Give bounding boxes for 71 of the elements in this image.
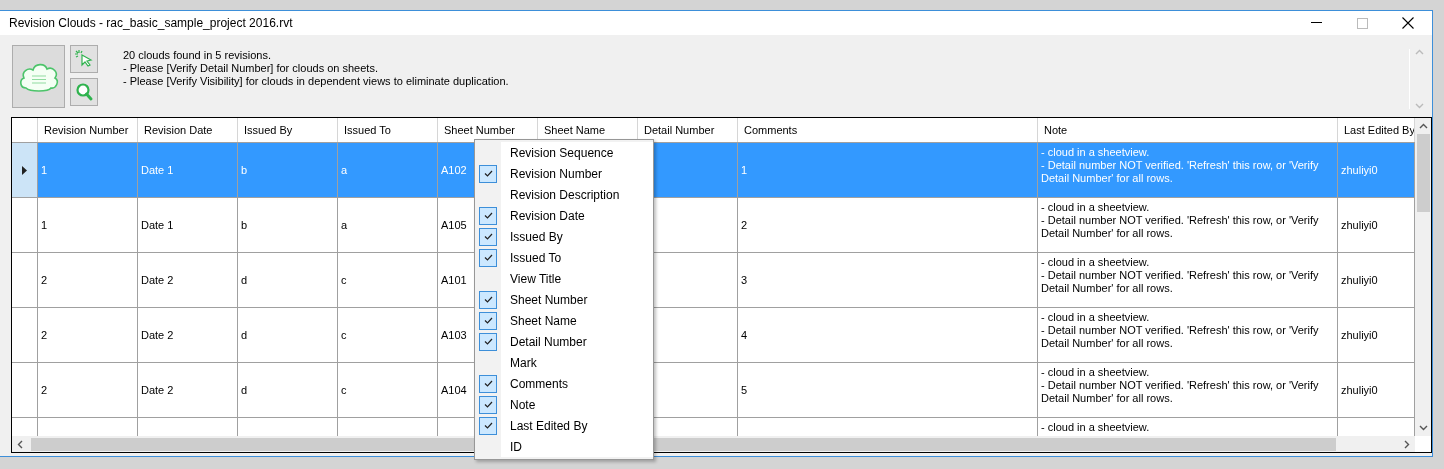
table-cell: 2 <box>738 198 1038 252</box>
menu-item[interactable]: Issued By <box>475 226 653 247</box>
table-cell: 1 <box>38 198 138 252</box>
table-cell: - cloud in a sheetview. - Detail number NOT verified. 'Refresh' this row, or 'Verify Detail Number' for all rows. <box>1038 198 1338 252</box>
table-cell: zhuliyi0 <box>1338 143 1415 197</box>
window-title: Revision Clouds - rac_basic_sample_project 2016.rvt <box>9 16 293 30</box>
menu-item[interactable]: Revision Description <box>475 184 653 205</box>
table-cell: Date 1 <box>138 143 238 197</box>
table-cell: d <box>238 363 338 417</box>
table-cell: a <box>338 143 438 197</box>
table-cell: 2 <box>38 308 138 362</box>
table-cell: 2 <box>38 253 138 307</box>
maximize-icon[interactable] <box>1357 17 1368 29</box>
table-cell: 1 <box>738 143 1038 197</box>
table-cell: c <box>338 363 438 417</box>
search-icon <box>74 82 94 102</box>
info-message: - Please [Verify Detail Number] for clouds on sheets. <box>123 62 379 75</box>
scroll-left-icon[interactable] <box>17 439 23 449</box>
minimize-icon[interactable] <box>1311 22 1323 24</box>
info-message: 20 clouds found in 5 revisions. <box>123 49 272 62</box>
table-cell: - cloud in a sheetview. - Detail number NOT verified. 'Refresh' this row, or 'Verify Detail Number' for all rows. <box>1038 308 1338 362</box>
column-header[interactable]: Note <box>1038 118 1338 142</box>
scroll-right-icon[interactable] <box>1404 439 1410 449</box>
table-cell: 5 <box>738 363 1038 417</box>
column-header[interactable]: Issued To <box>338 118 438 142</box>
table-cell: 3 <box>738 253 1038 307</box>
column-header[interactable]: Comments <box>738 118 1038 142</box>
row-header[interactable] <box>12 143 38 197</box>
info-message: - Please [Verify Visibility] for clouds in dependent views to eliminate duplication. <box>123 75 509 88</box>
menu-item[interactable]: Revision Date <box>475 205 653 226</box>
menu-item[interactable]: Note <box>475 394 653 415</box>
cloud-button[interactable] <box>12 45 65 108</box>
table-cell: - cloud in a sheetview. - Detail number NOT verified. 'Refresh' this row, or 'Verify Detail Number' for all rows. <box>1038 253 1338 307</box>
close-icon[interactable] <box>1402 17 1414 29</box>
table-cell: Date 1 <box>138 198 238 252</box>
column-header[interactable]: Revision Number <box>38 118 138 142</box>
table-cell: b <box>238 143 338 197</box>
menu-item[interactable]: Issued To <box>475 247 653 268</box>
menu-item[interactable]: Detail Number <box>475 331 653 352</box>
table-cell: d <box>238 308 338 362</box>
table-cell: Date 2 <box>138 308 238 362</box>
menu-item[interactable]: Comments <box>475 373 653 394</box>
column-header[interactable]: Issued By <box>238 118 338 142</box>
menu-item[interactable]: Mark <box>475 352 653 373</box>
table-cell: Date 2 <box>138 253 238 307</box>
select-button[interactable] <box>70 45 98 73</box>
menu-item[interactable]: Revision Number <box>475 163 653 184</box>
table-cell: Date 2 <box>138 363 238 417</box>
table-cell: - cloud in a sheetview. - Detail number NOT verified. 'Refresh' this row, or 'Verify Detail Number' for all rows. <box>1038 143 1338 197</box>
menu-item[interactable]: Sheet Name <box>475 310 653 331</box>
table-cell: b <box>238 198 338 252</box>
scroll-up-icon[interactable] <box>1418 123 1428 129</box>
table-cell: - cloud in a sheetview. - Detail number NOT verified. 'Refresh' this row, or 'Verify Detail Number' for all rows. <box>1038 363 1338 417</box>
current-row-icon <box>22 165 27 175</box>
scrollbar-thumb[interactable] <box>1416 134 1430 212</box>
table-cell: a <box>338 198 438 252</box>
table-cell: c <box>338 308 438 362</box>
menu-item[interactable]: ID <box>475 436 653 457</box>
menu-item[interactable]: View Title <box>475 268 653 289</box>
table-cell: c <box>338 253 438 307</box>
column-header[interactable]: Revision Date <box>138 118 238 142</box>
menu-item[interactable]: Revision Sequence <box>475 142 653 163</box>
search-button[interactable] <box>70 78 98 106</box>
table-cell: d <box>238 253 338 307</box>
menu-item[interactable]: Last Edited By <box>475 415 653 436</box>
cursor-icon <box>74 49 94 69</box>
menu-item[interactable]: Sheet Number <box>475 289 653 310</box>
scroll-down-icon[interactable] <box>1418 425 1428 431</box>
table-cell: 2 <box>38 363 138 417</box>
table-cell: 4 <box>738 308 1038 362</box>
table-cell: 1 <box>38 143 138 197</box>
